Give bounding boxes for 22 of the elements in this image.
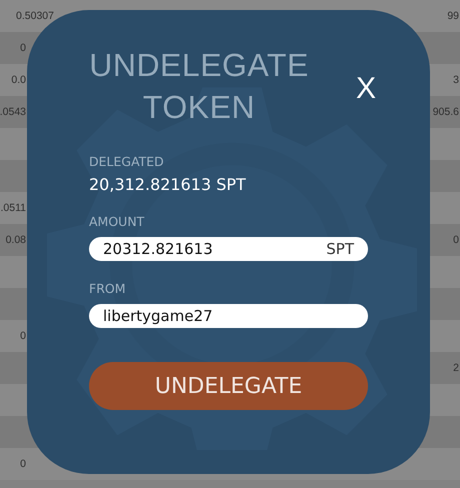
table-cell: .0543 (0, 106, 26, 118)
table-cell: 0 (453, 234, 460, 246)
table-cell: 99 (447, 10, 460, 22)
field-label: DELEGATED (89, 154, 165, 169)
dialog-title: UNDELEGATE TOKEN (88, 46, 310, 127)
table-cell: 3 (453, 74, 460, 86)
table-cell: .0511 (0, 202, 26, 214)
table-cell: 0.50307 (16, 10, 54, 22)
from-field[interactable]: libertygame27 (89, 304, 368, 328)
field-label: AMOUNT (89, 214, 146, 229)
undelegate-button[interactable]: UNDELEGATE (89, 362, 368, 410)
table-cell: 2 (453, 362, 460, 374)
table-cell: 905.6 (432, 106, 460, 118)
table-cell: 0 (20, 458, 26, 470)
table-cell: 0.08 (6, 234, 26, 246)
table-cell: 0 (20, 42, 26, 54)
field-label: FROM (89, 281, 126, 296)
table-cell: 0.0 (11, 74, 26, 86)
unit-label: SPT (326, 240, 354, 258)
delegated-amount: 20,312.821613 SPT (89, 175, 247, 194)
close-button[interactable]: X (356, 74, 376, 104)
table-cell: 0 (20, 330, 26, 342)
